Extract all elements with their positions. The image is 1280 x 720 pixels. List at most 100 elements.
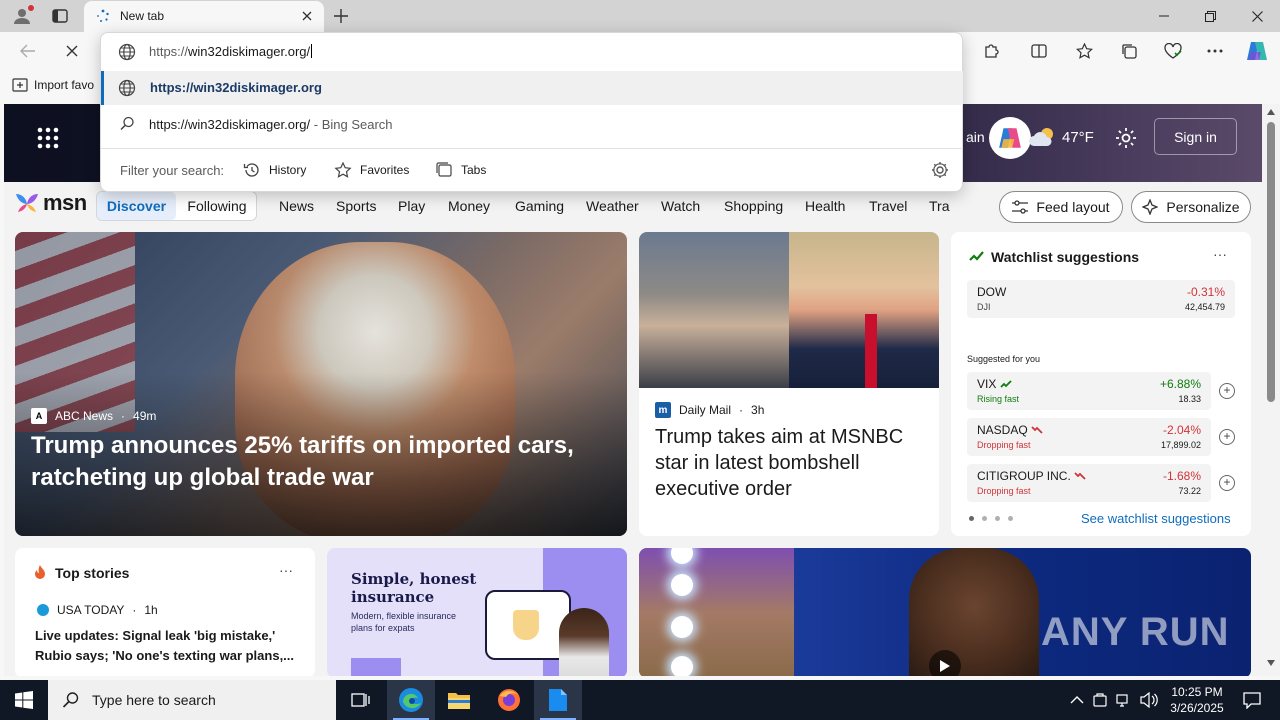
add-to-watchlist-button[interactable]: + xyxy=(1219,475,1235,491)
extensions-button[interactable] xyxy=(977,38,1005,64)
ad-card[interactable]: Simple, honest insurance Modern, flexibl… xyxy=(327,548,627,676)
nav-category-health[interactable]: Health xyxy=(805,198,845,214)
shield-icon xyxy=(513,610,539,640)
temperature[interactable]: 47°F xyxy=(1062,129,1094,146)
sign-in-button[interactable]: Sign in xyxy=(1154,118,1237,155)
firefox-icon xyxy=(498,689,520,711)
nav-category-watch[interactable]: Watch xyxy=(661,198,700,214)
stock-subtitle: Rising fast xyxy=(977,394,1020,404)
suggestion-url[interactable]: https://win32diskimager.org xyxy=(101,71,963,105)
nav-category-sports[interactable]: Sports xyxy=(336,198,376,214)
more-options-button[interactable]: ··· xyxy=(1213,246,1227,262)
hero-source-name: ABC News xyxy=(55,409,114,423)
hero-headline[interactable]: Trump announces 25% tariffs on imported … xyxy=(31,430,591,494)
tab-new-tab[interactable]: New tab xyxy=(84,1,324,32)
star-icon xyxy=(334,161,352,178)
collections-button[interactable] xyxy=(1115,38,1143,64)
suggestion-bing-search[interactable]: https://win32diskimager.org/ - Bing Sear… xyxy=(101,107,963,141)
scrollbar-thumb[interactable] xyxy=(1267,122,1275,402)
settings-and-more-button[interactable] xyxy=(1201,38,1229,64)
taskbar-edge[interactable] xyxy=(387,680,435,720)
close-window-button[interactable] xyxy=(1234,0,1280,32)
tab-following[interactable]: Following xyxy=(179,192,255,220)
gear-icon[interactable] xyxy=(930,160,950,180)
stop-loading-button[interactable] xyxy=(58,38,86,64)
tab-close-button[interactable] xyxy=(298,7,316,25)
taskbar-search-box[interactable]: Type here to search xyxy=(48,680,336,720)
tab-actions-button[interactable] xyxy=(46,4,74,28)
restore-button[interactable] xyxy=(1187,0,1233,32)
play-button[interactable] xyxy=(929,650,961,676)
scroll-down-arrow-icon[interactable] xyxy=(1267,660,1275,666)
nav-category-play[interactable]: Play xyxy=(398,198,425,214)
address-bar[interactable]: https://win32diskimager.org/ xyxy=(101,33,964,71)
nav-category-gaming[interactable]: Gaming xyxy=(515,198,564,214)
ad-person-image xyxy=(559,608,609,676)
security-icon[interactable] xyxy=(1092,692,1108,708)
cloudy-weather-icon[interactable] xyxy=(1028,126,1058,150)
stock-row-dow[interactable]: DOW DJI -0.31% 42,454.79 xyxy=(967,280,1235,318)
start-button[interactable] xyxy=(0,680,48,720)
nav-category-shopping[interactable]: Shopping xyxy=(724,198,783,214)
article-card[interactable]: m Daily Mail · 3h Trump takes aim at MSN… xyxy=(639,232,939,536)
stock-change: -2.04% xyxy=(1162,423,1201,437)
action-center-button[interactable] xyxy=(1232,680,1272,720)
msn-logo[interactable]: msn xyxy=(14,190,87,216)
gear-icon[interactable] xyxy=(1114,126,1138,150)
import-favorites-button[interactable]: Import favo xyxy=(12,78,94,92)
taskbar-clock[interactable]: 10:25 PM 3/26/2025 xyxy=(1158,684,1236,716)
taskbar-firefox[interactable] xyxy=(485,680,533,720)
apps-grid-icon[interactable] xyxy=(34,124,62,152)
stock-row-citigroup[interactable]: CITIGROUP INC. Dropping fast -1.68% 73.2… xyxy=(967,464,1235,502)
carousel-dots[interactable] xyxy=(969,516,1013,521)
scroll-up-arrow-icon[interactable] xyxy=(1267,109,1275,115)
minimize-button[interactable] xyxy=(1141,0,1187,32)
story-source-name: USA TODAY xyxy=(57,603,125,617)
filter-favorites[interactable]: Favorites xyxy=(334,159,409,181)
favorites-button[interactable] xyxy=(1070,38,1098,64)
add-to-watchlist-button[interactable]: + xyxy=(1219,383,1235,399)
stock-price: 17,899.02 xyxy=(1160,440,1201,450)
network-icon[interactable] xyxy=(1116,692,1132,708)
taskbar-file-explorer[interactable] xyxy=(435,680,483,720)
video-card[interactable]: ANY RUN xyxy=(639,548,1251,676)
feed-toggle: Discover Following xyxy=(96,191,257,221)
article-image-right xyxy=(789,232,939,388)
stock-row-nasdaq[interactable]: NASDAQ Dropping fast -2.04% 17,899.02 + xyxy=(967,418,1235,456)
copilot-button[interactable] xyxy=(1243,38,1271,64)
split-screen-button[interactable] xyxy=(1025,38,1053,64)
story-headline[interactable]: Live updates: Signal leak 'big mistake,'… xyxy=(35,626,301,666)
address-input[interactable]: https://win32diskimager.org/ xyxy=(149,44,313,59)
clock-time: 10:25 PM xyxy=(1171,685,1223,699)
header-text: ain xyxy=(966,129,985,145)
add-to-watchlist-button[interactable]: + xyxy=(1219,429,1235,445)
taskbar-notepad[interactable] xyxy=(534,680,582,720)
more-options-button[interactable]: ··· xyxy=(279,562,293,578)
copilot-badge[interactable] xyxy=(989,117,1031,159)
browser-essentials-button[interactable] xyxy=(1159,38,1187,64)
page-scrollbar[interactable] xyxy=(1262,104,1280,676)
see-watchlist-link[interactable]: See watchlist suggestions xyxy=(1081,511,1231,526)
new-tab-button[interactable] xyxy=(328,4,354,28)
nav-category-weather[interactable]: Weather xyxy=(586,198,639,214)
volume-icon[interactable] xyxy=(1140,692,1158,708)
nav-category-money[interactable]: Money xyxy=(448,198,490,214)
minimize-icon xyxy=(1159,15,1169,17)
filter-history[interactable]: History xyxy=(243,159,306,181)
nav-category-news[interactable]: News xyxy=(279,198,314,214)
stock-symbol: NASDAQ xyxy=(977,423,1043,437)
tab-discover[interactable]: Discover xyxy=(97,192,176,220)
personalize-button[interactable]: Personalize xyxy=(1131,191,1251,223)
feed-layout-button[interactable]: Feed layout xyxy=(999,191,1123,223)
nav-category-truncated[interactable]: Tra xyxy=(929,198,949,214)
article-headline[interactable]: Trump takes aim at MSNBC star in latest … xyxy=(655,424,925,502)
nav-category-travel[interactable]: Travel xyxy=(869,198,907,214)
hero-story-card[interactable]: A ABC News · 49m Trump announces 25% tar… xyxy=(15,232,627,536)
back-button[interactable] xyxy=(14,38,42,64)
chevron-up-icon[interactable] xyxy=(1070,695,1084,705)
notification-icon xyxy=(1243,692,1261,709)
stock-row-vix[interactable]: VIX Rising fast +6.88% 18.33 + xyxy=(967,372,1235,410)
filter-tabs[interactable]: Tabs xyxy=(435,159,486,181)
task-view-button[interactable] xyxy=(336,680,384,720)
text-caret xyxy=(311,44,313,58)
